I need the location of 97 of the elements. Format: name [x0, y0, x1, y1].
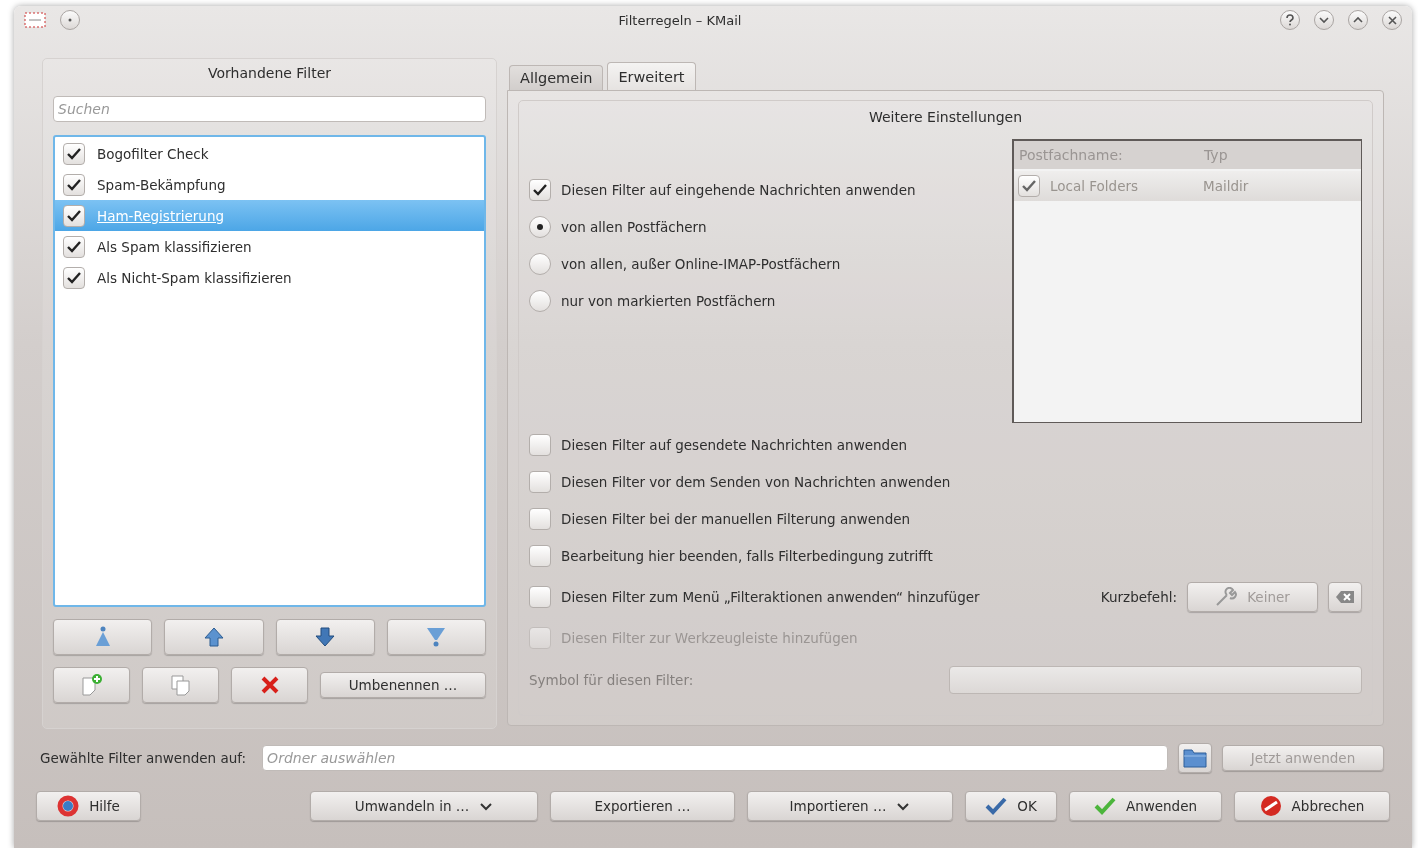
filter-label: Als Spam klassifizieren	[97, 238, 252, 255]
check-icon	[66, 239, 82, 254]
dot-icon	[68, 18, 72, 22]
move-button[interactable]	[275, 619, 375, 655]
group-title: Weitere Einstellungen	[867, 109, 1023, 125]
edit-button[interactable]	[53, 667, 130, 703]
window-title: Filterregeln – KMail	[617, 12, 743, 28]
folder-button[interactable]	[1178, 743, 1212, 773]
checkbox[interactable]	[63, 266, 85, 289]
checkbox[interactable]	[63, 173, 85, 196]
checkbox[interactable]	[1018, 175, 1040, 197]
radio-button[interactable]	[529, 253, 551, 275]
copy-icon	[169, 674, 192, 696]
backspace-icon	[1335, 590, 1355, 604]
checkbox[interactable]	[529, 545, 551, 567]
check-icon	[66, 177, 82, 192]
dialog-button[interactable]: Exportieren …	[550, 791, 735, 821]
filter-label: Bogofilter Check	[97, 145, 209, 162]
tab[interactable]: Allgemein	[509, 65, 604, 90]
checkbox[interactable]	[529, 434, 551, 456]
filter-label: Als Nicht-Spam klassifizieren	[97, 269, 292, 286]
check-icon	[66, 146, 82, 161]
chevron-up-icon	[1353, 16, 1363, 24]
caret-icon	[479, 801, 494, 811]
folder-field[interactable]: Ordner auswählen	[262, 745, 1168, 771]
rename-button[interactable]: Umbenennen …	[320, 672, 486, 698]
stop-icon	[1259, 795, 1282, 817]
checkbox[interactable]	[63, 142, 85, 165]
option-label: nur von markierten Postfächern	[561, 293, 776, 309]
radio-button[interactable]	[529, 290, 551, 312]
clear-button[interactable]	[1328, 582, 1362, 612]
delete-icon	[259, 675, 280, 695]
filter-label: Spam-Bekämpfung	[97, 176, 226, 193]
option-label: Diesen Filter auf gesendete Nachrichten anwenden	[561, 437, 907, 453]
check-icon	[985, 797, 1008, 815]
check-icon	[66, 208, 82, 223]
table-cell: Local Folders	[1050, 178, 1139, 194]
apply-label: Gewählte Filter anwenden auf:	[40, 750, 247, 766]
shortcut-label: Kurzbefehl:	[1100, 589, 1177, 605]
panel-heading: Vorhandene Filter	[207, 65, 332, 83]
dialog-button[interactable]: Umwandeln in …	[310, 791, 538, 821]
close-icon	[1387, 15, 1397, 25]
folder-icon	[1183, 748, 1207, 768]
caret-icon	[896, 801, 911, 811]
checkbox[interactable]	[63, 204, 85, 227]
dialog-button[interactable]: Anwenden	[1069, 791, 1222, 821]
search-field[interactable]: Suchen	[53, 96, 486, 122]
new-document-icon	[80, 673, 103, 697]
checkbox[interactable]	[529, 471, 551, 493]
move-button[interactable]	[53, 619, 153, 655]
lifebuoy-icon	[57, 795, 80, 817]
check-icon	[1021, 179, 1037, 193]
dialog-button[interactable]: OK	[965, 791, 1057, 821]
help-button[interactable]	[1280, 10, 1300, 30]
tab[interactable]: Erweitert	[607, 62, 696, 90]
edit-button[interactable]	[231, 667, 308, 703]
wrench-icon	[1215, 587, 1238, 607]
edit-button[interactable]	[142, 667, 219, 703]
option-label: von allen Postfächern	[561, 219, 707, 235]
option-label: Diesen Filter zur Werkzeugleiste hinzufügen	[561, 630, 858, 646]
dialog-button[interactable]: Abbrechen	[1234, 791, 1390, 821]
checkbox[interactable]	[529, 586, 551, 608]
checkbox[interactable]	[529, 179, 551, 201]
table-cell: Maildir	[1203, 178, 1249, 194]
option-label: Diesen Filter zum Menü „Filteraktionen anwenden“ hinzufüger	[561, 589, 980, 605]
option-label: Diesen Filter auf eingehende Nachrichten anwenden	[561, 182, 916, 198]
close-button[interactable]	[1382, 10, 1402, 30]
filter-item[interactable]: Als Nicht-Spam klassifizieren	[55, 262, 484, 293]
dialog-button[interactable]: Importieren …	[747, 791, 953, 821]
maximize-button[interactable]	[1348, 10, 1368, 30]
filter-item[interactable]: Bogofilter Check	[55, 138, 484, 169]
arrow-up-icon	[203, 627, 224, 647]
envelope-icon	[24, 12, 46, 28]
help-button[interactable]: Hilfe	[36, 791, 141, 821]
option-label: von allen, außer Online-IMAP-Postfächern	[561, 256, 841, 272]
move-button[interactable]	[386, 619, 486, 655]
funnel-icon	[426, 626, 447, 648]
arrow-down-icon	[315, 627, 336, 647]
filter-label: Ham-Registrierung	[97, 207, 224, 224]
checkbox[interactable]	[63, 235, 85, 258]
check-icon	[66, 270, 82, 285]
minimize-button[interactable]	[1314, 10, 1334, 30]
symbol-label: Symbol für diesen Filter:	[529, 672, 695, 688]
move-button[interactable]	[164, 619, 264, 655]
pin-button[interactable]	[60, 10, 80, 30]
question-icon	[1285, 14, 1295, 26]
filter-item[interactable]: Spam-Bekämpfung	[55, 169, 484, 200]
check-icon	[1093, 797, 1116, 815]
option-label: Bearbeitung hier beenden, falls Filterbedingung zutrifft	[561, 548, 933, 564]
filter-item[interactable]: Als Spam klassifizieren	[55, 231, 484, 262]
triangle-icon	[93, 626, 112, 648]
option-label: Diesen Filter vor dem Senden von Nachrichten anwenden	[561, 474, 951, 490]
checkbox[interactable]	[529, 508, 551, 530]
radio-button[interactable]	[529, 216, 551, 238]
option-label: Diesen Filter bei der manuellen Filterung anwenden	[561, 511, 911, 527]
check-icon	[532, 183, 548, 197]
chevron-down-icon	[1319, 16, 1329, 24]
